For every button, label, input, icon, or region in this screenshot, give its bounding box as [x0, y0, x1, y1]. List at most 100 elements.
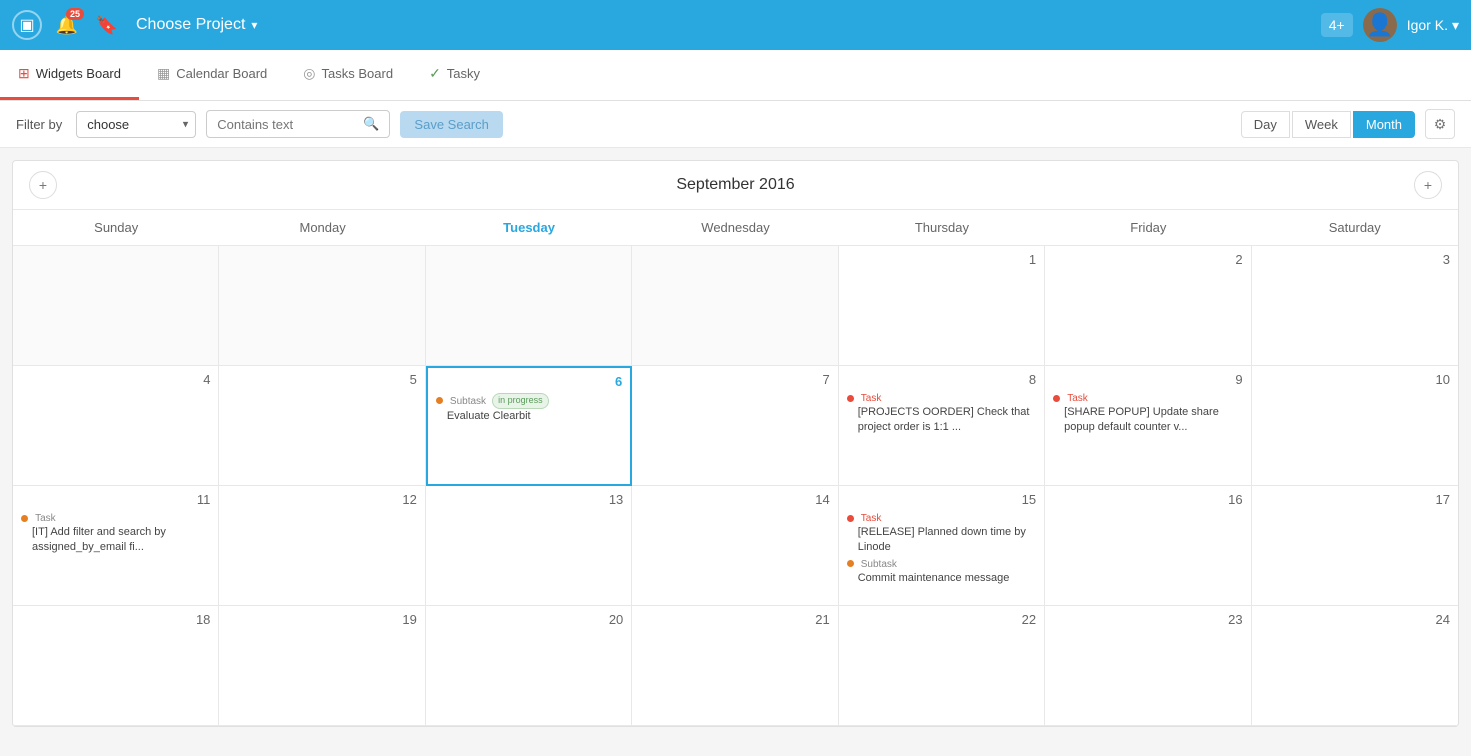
cell-sep-7: 7 [632, 366, 838, 486]
search-box: 🔍 [206, 110, 390, 138]
home-icon[interactable]: ▣ [12, 10, 42, 40]
dot-red-icon-8 [847, 395, 854, 402]
dot-red-15a [847, 515, 854, 522]
dot-red-icon-9 [1053, 395, 1060, 402]
cell-sep-23: 23 [1045, 606, 1251, 726]
save-search-button[interactable]: Save Search [400, 111, 502, 138]
avatar: 👤 [1363, 8, 1397, 42]
cell-empty-2 [219, 246, 425, 366]
prev-arrow-icon: + [39, 177, 47, 193]
date-20: 20 [434, 612, 623, 627]
cell-sep-17: 17 [1252, 486, 1458, 606]
date-10: 10 [1260, 372, 1450, 387]
cell-sep-2: 2 [1045, 246, 1251, 366]
date-6: 6 [436, 374, 622, 389]
cell-sep-14: 14 [632, 486, 838, 606]
cell-sep-3: 3 [1252, 246, 1458, 366]
date-9: 9 [1053, 372, 1242, 387]
notification-bell[interactable]: 🔔 25 [52, 10, 82, 40]
date-13: 13 [434, 492, 623, 507]
cell-empty-1 [13, 246, 219, 366]
bookmark-icon[interactable]: 🔖 [92, 10, 122, 40]
event-type-subtask: Subtask [450, 396, 486, 407]
cell-sep-21: 21 [632, 606, 838, 726]
username-label: Igor K. [1407, 17, 1448, 33]
date-22: 22 [847, 612, 1036, 627]
week-3: 11 Task [IT] Add filter and search by as… [13, 486, 1458, 606]
event-text-15b: Commit maintenance message [858, 571, 1036, 585]
tab-tasky-label: Tasky [447, 66, 480, 81]
cell-sep-5: 5 [219, 366, 425, 486]
cell-sep-9: 9 Task [SHARE POPUP] Update share popup … [1045, 366, 1251, 486]
cell-sep-4: 4 [13, 366, 219, 486]
event-subtask-15b[interactable]: Subtask Commit maintenance message [847, 557, 1036, 586]
project-label: Choose Project [136, 16, 245, 34]
day-view-button[interactable]: Day [1241, 111, 1290, 138]
week-1: 1 2 3 [13, 246, 1458, 366]
inprogress-badge: in progress [492, 393, 549, 409]
settings-icon: ⚙ [1434, 116, 1447, 133]
date-5: 5 [227, 372, 416, 387]
cell-sep-8: 8 Task [PROJECTS OORDER] Check that proj… [839, 366, 1045, 486]
next-month-button[interactable]: + [1414, 171, 1442, 199]
tab-tasky[interactable]: ✓ Tasky [411, 50, 498, 100]
toolbar: Filter by choose ▾ 🔍 Save Search Day Wee… [0, 101, 1471, 148]
filter-select-wrapper: choose ▾ [76, 111, 196, 138]
cell-sep-10: 10 [1252, 366, 1458, 486]
cell-sep-1: 1 [839, 246, 1045, 366]
cell-empty-4 [632, 246, 838, 366]
next-arrow-icon: + [1424, 177, 1432, 193]
header-sunday: Sunday [13, 210, 219, 245]
settings-button[interactable]: ⚙ [1425, 109, 1455, 139]
tab-calendar-board[interactable]: ▦ Calendar Board [139, 50, 285, 100]
date-19: 19 [227, 612, 416, 627]
event-type-task-9: Task [1067, 393, 1088, 404]
cell-sep-22: 22 [839, 606, 1045, 726]
dot-orange-icon [436, 397, 443, 404]
tab-tasks-board[interactable]: ◎ Tasks Board [285, 50, 411, 100]
date-11: 11 [21, 492, 210, 507]
event-task-15a[interactable]: Task [RELEASE] Planned down time by Lino… [847, 511, 1036, 554]
check-icon: ✓ [429, 65, 441, 82]
event-text-clearbit: Evaluate Clearbit [447, 409, 622, 423]
tab-widgets-label: Widgets Board [36, 66, 121, 81]
month-view-button[interactable]: Month [1353, 111, 1415, 138]
plus-button[interactable]: 4+ [1321, 13, 1353, 37]
event-task-9[interactable]: Task [SHARE POPUP] Update share popup de… [1053, 391, 1242, 434]
event-task-8[interactable]: Task [PROJECTS OORDER] Check that projec… [847, 391, 1036, 434]
date-2: 2 [1053, 252, 1242, 267]
calendar-title: September 2016 [676, 176, 794, 194]
days-header: Sunday Monday Tuesday Wednesday Thursday… [13, 210, 1458, 246]
tab-widgets-board[interactable]: ⊞ Widgets Board [0, 50, 139, 100]
header-saturday: Saturday [1252, 210, 1458, 245]
username-dropdown[interactable]: Igor K. ▾ [1407, 17, 1459, 34]
project-selector[interactable]: Choose Project ▾ [136, 16, 257, 34]
calendar-nav: + September 2016 + [13, 161, 1458, 210]
filter-label: Filter by [16, 117, 62, 132]
date-7: 7 [640, 372, 829, 387]
cell-sep-6: 6 Subtask in progress Evaluate Clearbit [426, 366, 632, 486]
filter-select[interactable]: choose [76, 111, 196, 138]
event-text-11: [IT] Add filter and search by assigned_b… [32, 525, 210, 554]
cell-sep-18: 18 [13, 606, 219, 726]
cell-sep-16: 16 [1045, 486, 1251, 606]
tab-tasks-label: Tasks Board [322, 66, 394, 81]
event-subtask-6[interactable]: Subtask in progress Evaluate Clearbit [436, 393, 622, 423]
search-icon: 🔍 [363, 116, 379, 132]
date-3: 3 [1260, 252, 1450, 267]
header-friday: Friday [1045, 210, 1251, 245]
dot-orange-15b [847, 560, 854, 567]
header-wednesday: Wednesday [632, 210, 838, 245]
project-dropdown-arrow: ▾ [251, 18, 257, 32]
username-arrow: ▾ [1452, 17, 1459, 34]
tab-calendar-label: Calendar Board [176, 66, 267, 81]
search-input[interactable] [217, 117, 357, 132]
view-toggle: Day Week Month [1241, 111, 1415, 138]
date-15: 15 [847, 492, 1036, 507]
week-view-button[interactable]: Week [1292, 111, 1351, 138]
event-task-11[interactable]: Task [IT] Add filter and search by assig… [21, 511, 210, 554]
cell-sep-13: 13 [426, 486, 632, 606]
cell-sep-24: 24 [1252, 606, 1458, 726]
date-24: 24 [1260, 612, 1450, 627]
prev-month-button[interactable]: + [29, 171, 57, 199]
